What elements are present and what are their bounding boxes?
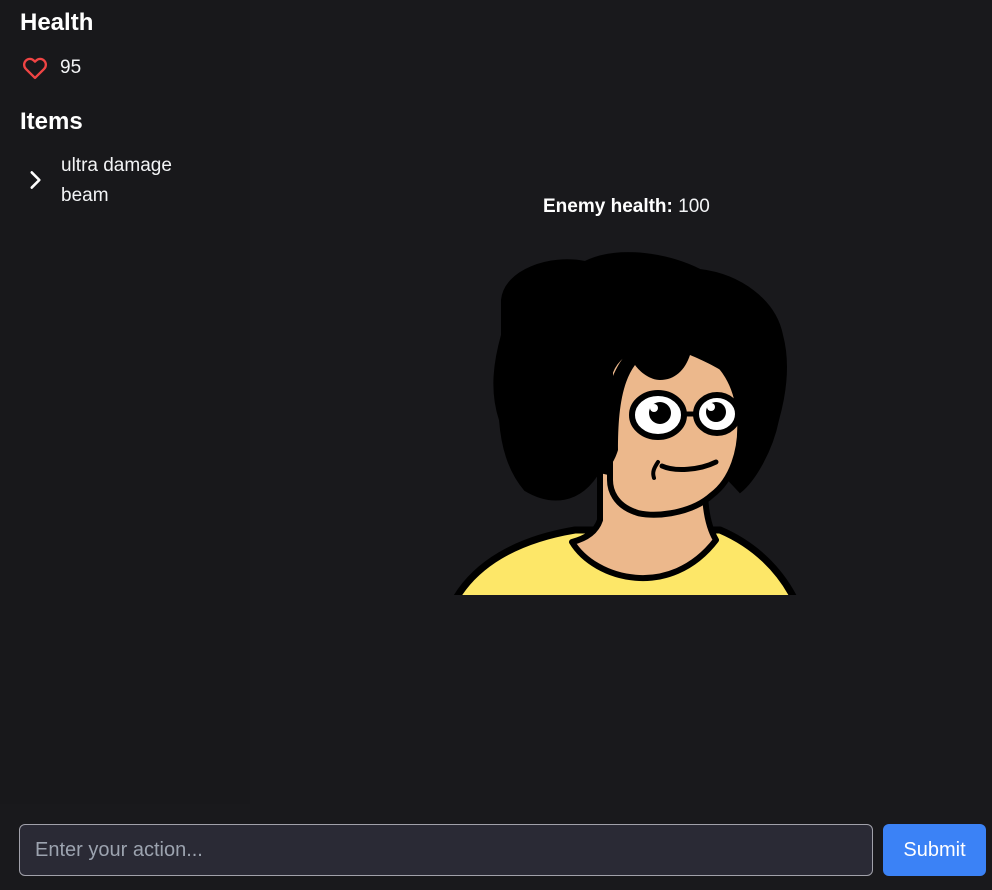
enemy-health-label: Enemy health:: [543, 196, 673, 217]
heart-icon: [22, 57, 48, 80]
health-row: 95: [20, 53, 230, 83]
battle-area: Enemy health: 100: [250, 0, 992, 804]
enemy-health: Enemy health: 100: [543, 195, 710, 219]
action-bar: Submit: [0, 804, 992, 890]
sidebar: Health 95 Items ultra damage beam: [0, 0, 250, 804]
inventory-item-label: ultra damage beam: [61, 155, 172, 206]
submit-button[interactable]: Submit: [883, 824, 986, 876]
inventory-item[interactable]: ultra damage beam: [20, 151, 230, 211]
enemy-character-image: [454, 252, 797, 595]
enemy-health-value: 100: [678, 196, 710, 217]
items-title: Items: [20, 108, 83, 135]
health-title: Health: [20, 9, 94, 36]
action-input[interactable]: [19, 824, 873, 876]
health-value: 95: [60, 57, 82, 78]
chevron-right-icon[interactable]: [22, 167, 48, 193]
